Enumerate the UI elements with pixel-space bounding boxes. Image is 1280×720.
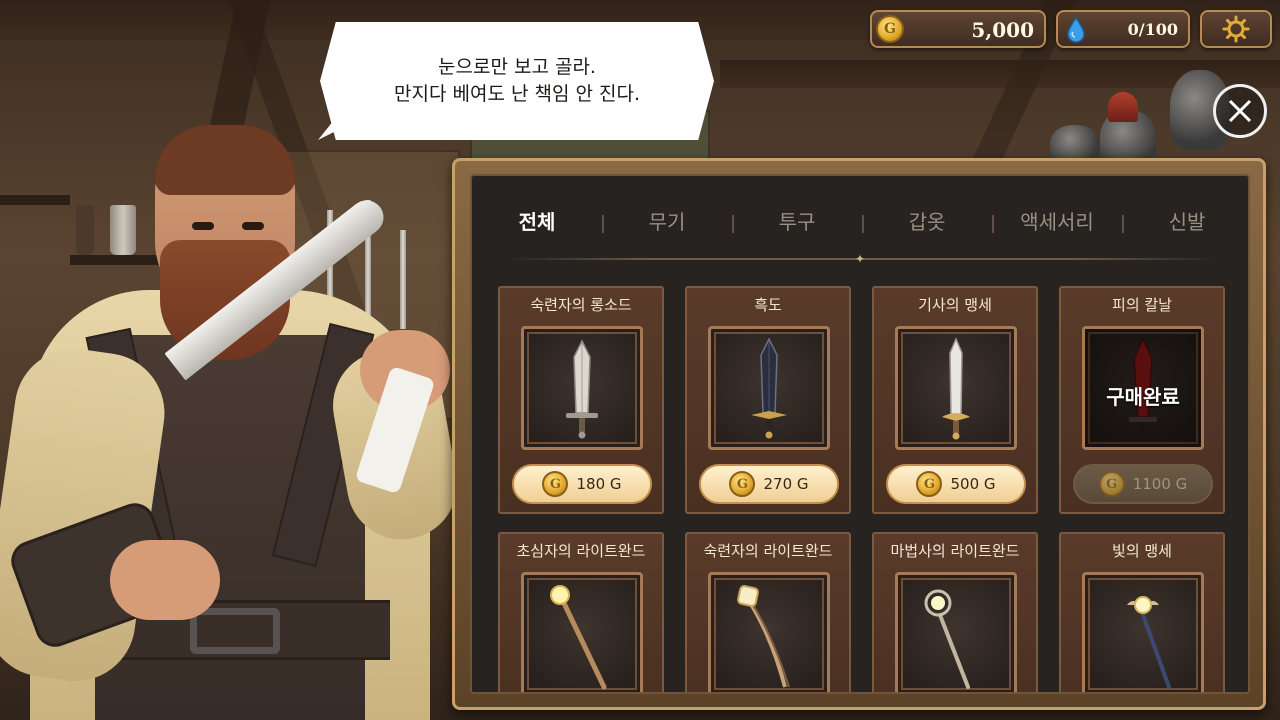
item-name: 숙련자의 라이트완드 [703,542,833,560]
item-slot [521,326,643,450]
shop-item-card[interactable]: 초심자의 라이트완드 [498,532,664,692]
category-tabs: 전체 무기 투구 갑옷 액세서리 신발 [472,202,1248,238]
item-name: 마법사의 라이트완드 [890,542,1020,560]
gold-counter: G 5,000 [870,10,1046,48]
item-slot [895,572,1017,692]
shop-item-card[interactable]: 빛의 맹세 [1059,532,1225,692]
speech-line-1: 눈으로만 보고 골라. [438,56,596,79]
gear-icon [1222,15,1250,43]
item-name: 숙련자의 롱소드 [530,296,632,314]
knight-sword-icon [942,337,970,440]
item-price: 180 G [576,475,622,493]
gold-coin-icon: G [542,471,569,497]
blacksmith-npc [0,120,470,720]
mana-amount: 0/100 [1127,20,1178,39]
item-slot [708,326,830,450]
tab-all[interactable]: 전체 [472,206,602,235]
item-slot [708,572,830,692]
close-button[interactable] [1213,84,1267,138]
divider-ornament: ✦ [855,252,866,266]
shop-item-card-sold[interactable]: 피의 칼날 구매완료 G 1100 G [1059,286,1225,514]
gold-coin-icon: G [876,15,904,43]
ring-wand-icon [924,589,970,689]
item-name: 피의 칼날 [1112,296,1172,314]
silver-longsword-icon [566,339,598,439]
item-price: 1100 G [1132,475,1188,493]
item-price: 270 G [763,475,809,493]
item-name: 빛의 맹세 [1112,542,1172,560]
item-name: 초심자의 라이트완드 [516,542,646,560]
item-slot [895,326,1017,450]
light-wand-icon [737,585,790,688]
item-name: 흑도 [754,296,782,314]
shop-panel: 전체 무기 투구 갑옷 액세서리 신발 ✦ 숙련자의 롱소드 G 180 G 흑… [470,174,1250,694]
tab-weapons[interactable]: 무기 [602,206,732,235]
settings-button[interactable] [1200,10,1272,48]
gold-amount: 5,000 [971,18,1034,42]
tab-accessories[interactable]: 액세서리 [992,206,1122,235]
black-sword-icon [751,337,787,439]
buy-button[interactable]: G 270 G [699,464,839,504]
tab-armor[interactable]: 갑옷 [862,206,992,235]
npc-speech-bubble: 눈으로만 보고 골라. 만지다 베여도 난 책임 안 진다. [320,22,714,140]
tab-helmets[interactable]: 투구 [732,206,862,235]
sold-out-label: 구매완료 [1106,385,1180,409]
item-name: 기사의 맹세 [918,296,992,314]
blue-drop-icon [1067,17,1085,43]
shop-item-card[interactable]: 마법사의 라이트완드 [872,532,1038,692]
shop-item-card[interactable]: 기사의 맹세 G 500 G [872,286,1038,514]
close-icon [1228,99,1252,123]
tab-shoes[interactable]: 신발 [1122,206,1248,235]
buy-button-disabled: G 1100 G [1073,464,1213,504]
shop-item-card[interactable]: 숙련자의 롱소드 G 180 G [498,286,664,514]
item-slot [521,572,643,692]
buy-button[interactable]: G 500 G [886,464,1026,504]
mana-counter: 0/100 [1056,10,1190,48]
gold-coin-icon: G [916,471,943,497]
item-price: 500 G [950,475,996,493]
shop-item-card[interactable]: 흑도 G 270 G [685,286,851,514]
light-wand-icon [550,585,607,690]
winged-wand-icon [1127,596,1171,689]
shop-item-card[interactable]: 숙련자의 라이트완드 [685,532,851,692]
speech-line-2: 만지다 베여도 난 책임 안 진다. [394,83,640,105]
item-slot [1082,572,1204,692]
gold-coin-icon: G [729,471,756,497]
item-slot: 구매완료 [1082,326,1204,450]
gold-coin-icon: G [1098,471,1125,497]
buy-button[interactable]: G 180 G [512,464,652,504]
